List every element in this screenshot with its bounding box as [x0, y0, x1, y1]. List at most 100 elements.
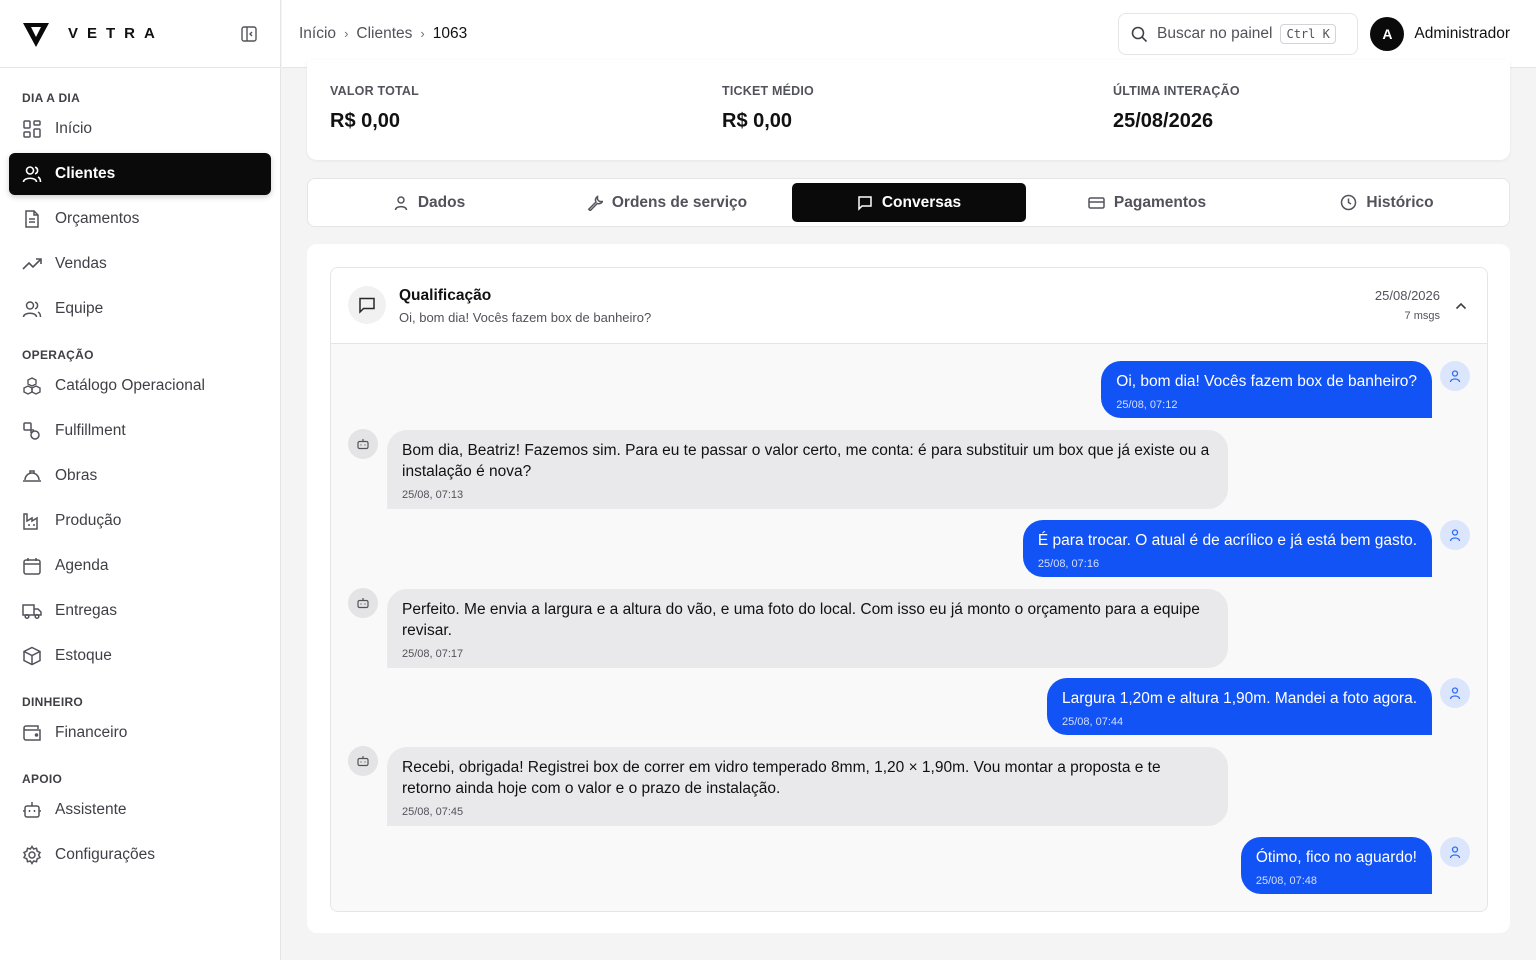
nav-section-title: DIA A DIA: [22, 91, 81, 105]
bot-avatar-icon: [348, 746, 378, 776]
client-stats: VALOR TOTAL R$ 0,00 TICKET MÉDIO R$ 0,00…: [307, 60, 1510, 160]
conversation-preview: Oi, bom dia! Vocês fazem box de banheiro…: [399, 310, 652, 325]
tab-historico[interactable]: Histórico: [1270, 183, 1504, 222]
truck-icon: [22, 601, 42, 621]
sidebar-item-orcamentos[interactable]: Orçamentos: [9, 198, 271, 240]
sidebar: VETRA DIA A DIA Início Clientes Orçament…: [0, 0, 281, 960]
user-avatar-icon: [1440, 837, 1470, 867]
breadcrumb-home[interactable]: Início: [299, 25, 336, 43]
brand: VETRA: [0, 0, 280, 68]
message-icon: [858, 195, 872, 211]
gear-icon: [22, 845, 42, 865]
brand-name: VETRA: [68, 25, 164, 42]
tab-ordens-de-servico[interactable]: Ordens de serviço: [550, 183, 784, 222]
tab-label: Histórico: [1366, 193, 1434, 211]
boxes-icon: [22, 376, 42, 396]
bot-icon: [22, 800, 42, 820]
message-icon: [348, 286, 386, 324]
sidebar-item-label: Financeiro: [55, 724, 128, 741]
chevron-right-icon: ›: [344, 26, 349, 41]
wallet-icon: [22, 723, 42, 743]
sidebar-item-label: Assistente: [55, 801, 127, 818]
document-icon: [22, 209, 42, 229]
sidebar-item-label: Vendas: [55, 255, 107, 272]
sidebar-collapse-icon[interactable]: [240, 25, 258, 43]
message-text: Oi, bom dia! Vocês fazem box de banheiro…: [1116, 373, 1417, 390]
breadcrumb: Início › Clientes › 1063: [299, 25, 467, 43]
message-list: Oi, bom dia! Vocês fazem box de banheiro…: [331, 344, 1487, 911]
message-bubble-client: Oi, bom dia! Vocês fazem box de banheiro…: [1101, 361, 1432, 418]
message-time: 25/08, 07:12: [1116, 399, 1178, 411]
topbar: Início › Clientes › 1063 Buscar no paine…: [282, 0, 1536, 68]
sidebar-item-configuracoes[interactable]: Configurações: [9, 834, 271, 876]
sidebar-item-agenda[interactable]: Agenda: [9, 545, 271, 587]
message-text: Perfeito. Me envia a largura e a altura …: [402, 601, 1200, 639]
grid-icon: [22, 119, 42, 139]
sidebar-item-label: Catálogo Operacional: [55, 377, 205, 394]
conversations-panel: Qualificação Oi, bom dia! Vocês fazem bo…: [307, 244, 1510, 933]
sidebar-item-inicio[interactable]: Início: [9, 108, 271, 150]
user-icon: [394, 195, 408, 210]
message-bubble-client: É para trocar. O atual é de acrílico e j…: [1022, 520, 1432, 577]
tab-dados[interactable]: Dados: [312, 183, 546, 222]
conversation-date: 25/08/2026: [1374, 288, 1440, 303]
wrench-icon: [587, 194, 603, 211]
sidebar-item-label: Estoque: [55, 647, 112, 664]
message-bubble-bot: Bom dia, Beatriz! Fazemos sim. Para eu t…: [387, 430, 1228, 509]
users-icon: [22, 299, 42, 319]
sidebar-item-financeiro[interactable]: Financeiro: [9, 712, 271, 754]
sidebar-item-label: Orçamentos: [55, 210, 140, 227]
search-input[interactable]: Buscar no painel Ctrl K: [1118, 13, 1358, 55]
stat-value: 25/08/2026: [1113, 110, 1214, 132]
stat-ticket: TICKET MÉDIO R$ 0,00: [722, 84, 814, 133]
stat-label: VALOR TOTAL: [330, 84, 419, 98]
bot-avatar-icon: [348, 588, 378, 618]
user-name: Administrador: [1414, 25, 1510, 42]
sidebar-item-label: Entregas: [55, 602, 118, 619]
user-menu[interactable]: A Administrador: [1370, 17, 1510, 51]
vetra-logo-icon[interactable]: [22, 20, 50, 48]
message-time: 25/08, 07:45: [402, 806, 464, 818]
sidebar-item-label: Fulfillment: [55, 422, 126, 439]
sidebar-nav: DIA A DIA Início Clientes Orçamentos Ven…: [0, 68, 280, 876]
sidebar-item-equipe[interactable]: Equipe: [9, 288, 271, 330]
sidebar-item-label: Equipe: [55, 300, 104, 317]
message-text: Ótimo, fico no aguardo!: [1255, 849, 1417, 866]
sidebar-item-entregas[interactable]: Entregas: [9, 590, 271, 632]
stat-total: VALOR TOTAL R$ 0,00: [330, 84, 419, 133]
sidebar-item-assistente[interactable]: Assistente: [9, 789, 271, 831]
conversation-title: Qualificação: [399, 287, 492, 304]
package-icon: [22, 646, 42, 666]
calendar-icon: [22, 556, 42, 576]
stat-value: R$ 0,00: [330, 110, 401, 132]
sidebar-item-producao[interactable]: Produção: [9, 500, 271, 542]
sidebar-item-label: Produção: [55, 512, 122, 529]
breadcrumb-section[interactable]: Clientes: [356, 25, 412, 43]
avatar: A: [1370, 17, 1405, 51]
stat-value: R$ 0,00: [722, 110, 793, 132]
sidebar-item-label: Início: [55, 120, 93, 137]
message-bubble-bot: Perfeito. Me envia a largura e a altura …: [387, 589, 1228, 668]
message-bubble-bot: Recebi, obrigada! Registrei box de corre…: [387, 747, 1228, 826]
clock-icon: [1341, 194, 1357, 211]
conversation-header[interactable]: Qualificação Oi, bom dia! Vocês fazem bo…: [331, 268, 1487, 344]
search-placeholder: Buscar no painel: [1157, 25, 1273, 42]
sidebar-item-estoque[interactable]: Estoque: [9, 635, 271, 677]
chevron-up-icon[interactable]: [1453, 298, 1469, 314]
sidebar-item-catalogo[interactable]: Catálogo Operacional: [9, 365, 271, 407]
message-text: Recebi, obrigada! Registrei box de corre…: [402, 759, 1161, 797]
tab-pagamentos[interactable]: Pagamentos: [1030, 183, 1264, 222]
users-icon: [22, 164, 42, 184]
sidebar-item-label: Clientes: [55, 165, 116, 182]
sidebar-item-fulfillment[interactable]: Fulfillment: [9, 410, 271, 452]
tab-conversas[interactable]: Conversas: [792, 183, 1026, 222]
sidebar-item-clientes[interactable]: Clientes: [9, 153, 271, 195]
sidebar-item-vendas[interactable]: Vendas: [9, 243, 271, 285]
message-bubble-client: Largura 1,20m e altura 1,90m. Mandei a f…: [1047, 678, 1432, 735]
message-time: 25/08, 07:48: [1255, 875, 1318, 887]
sidebar-item-obras[interactable]: Obras: [9, 455, 271, 497]
client-tabs: Dados Ordens de serviço Conversas Pagame…: [307, 178, 1510, 227]
sidebar-item-label: Obras: [55, 467, 98, 484]
conversation-card: Qualificação Oi, bom dia! Vocês fazem bo…: [330, 267, 1488, 912]
stat-label: ÚLTIMA INTERAÇÃO: [1113, 84, 1240, 98]
